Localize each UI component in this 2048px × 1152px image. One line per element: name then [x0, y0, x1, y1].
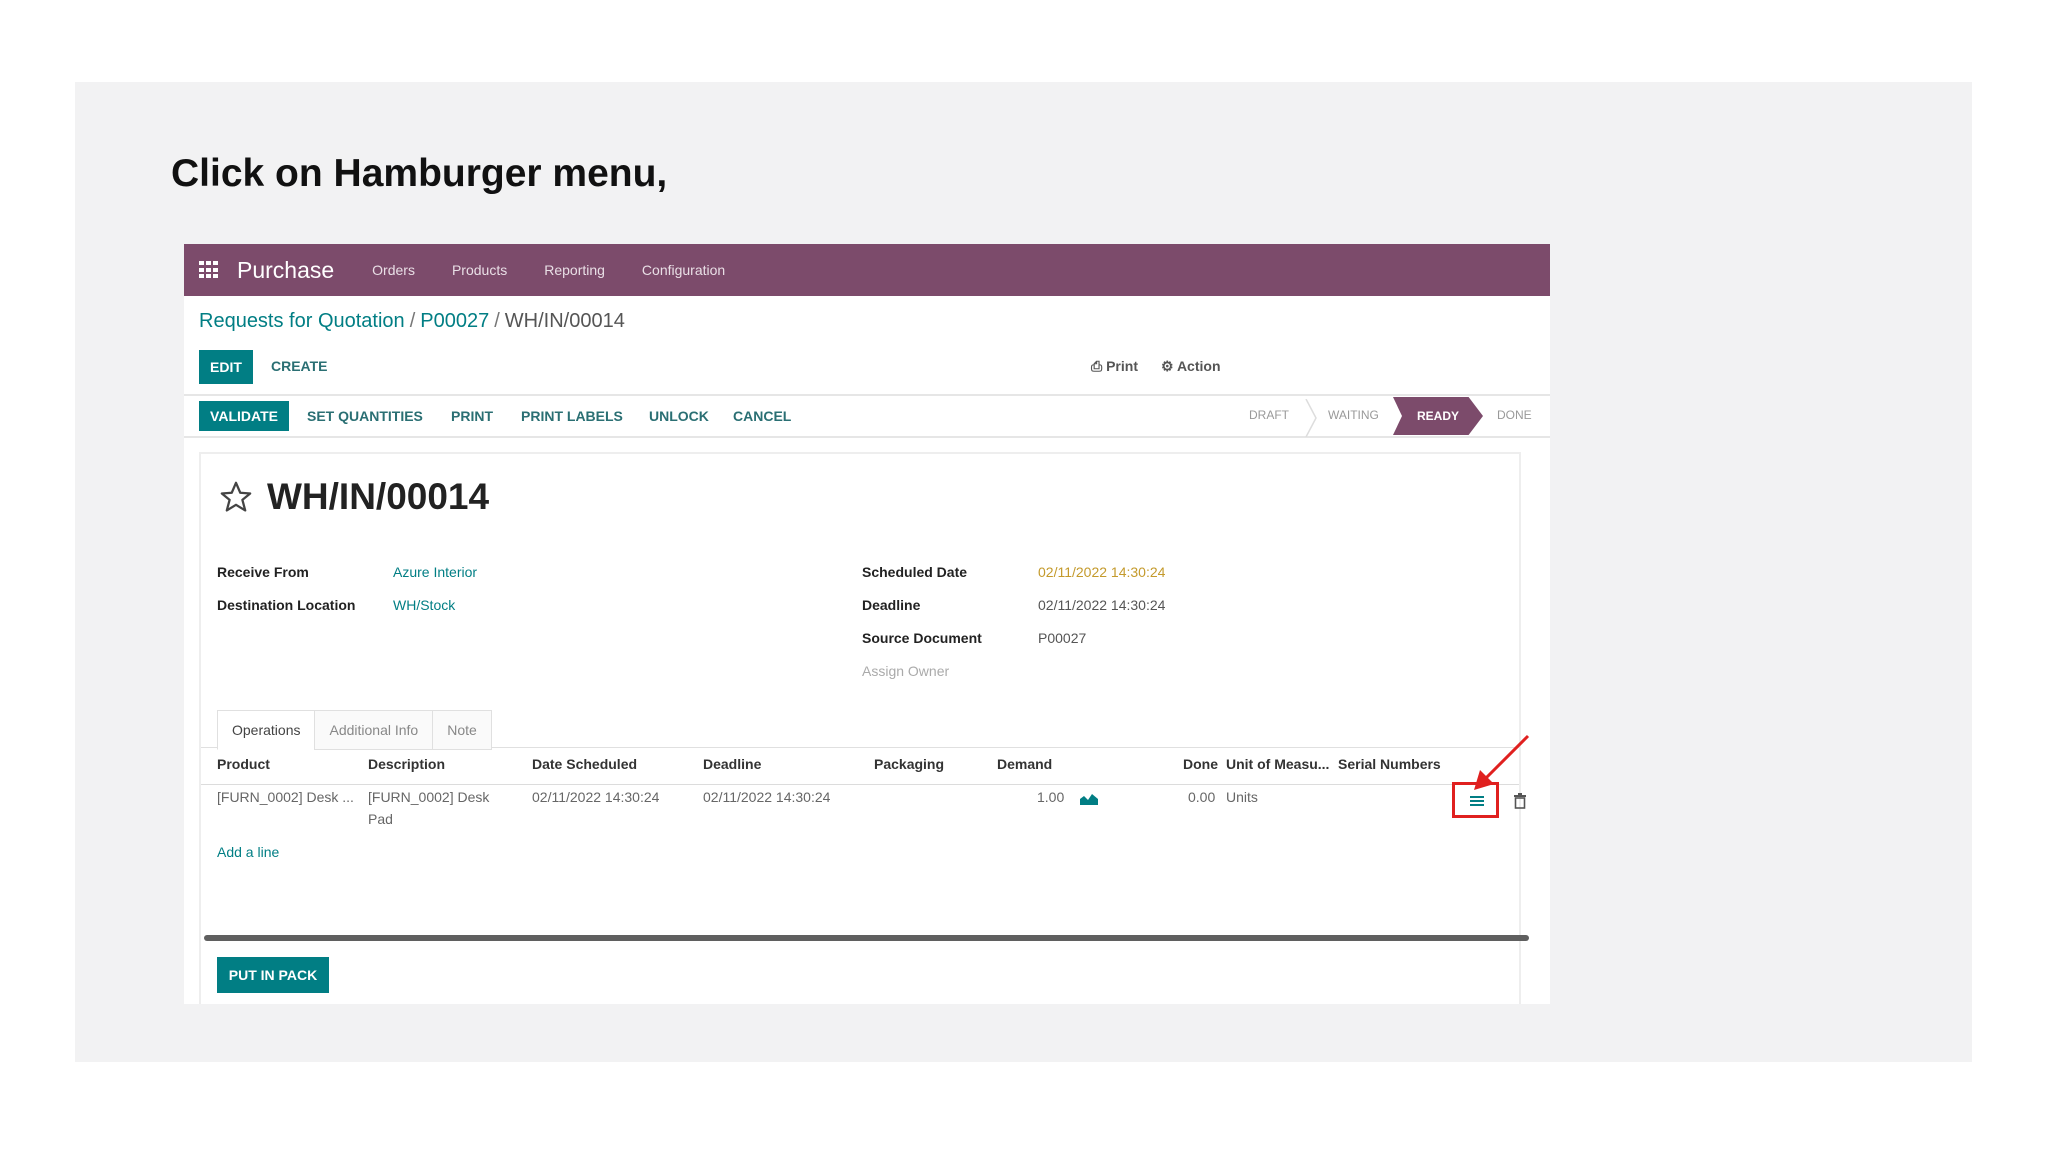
create-button[interactable]: CREATE: [271, 358, 328, 374]
destination-location-value[interactable]: WH/Stock: [393, 597, 455, 613]
forecast-chart-icon[interactable]: [1080, 793, 1098, 805]
tab-operations[interactable]: Operations: [217, 710, 316, 750]
cell-product: [FURN_0002] Desk ...: [217, 789, 354, 805]
receive-from-value[interactable]: Azure Interior: [393, 564, 477, 580]
gear-icon: ⚙: [1161, 358, 1174, 374]
status-waiting[interactable]: WAITING: [1328, 408, 1379, 422]
menu-products[interactable]: Products: [452, 262, 507, 278]
col-serial-numbers[interactable]: Serial Numbers: [1338, 756, 1441, 772]
breadcrumb-separator: /: [409, 310, 416, 332]
print-label: Print: [1106, 358, 1138, 374]
col-description[interactable]: Description: [368, 756, 445, 772]
tab-additional-info[interactable]: Additional Info: [314, 710, 434, 750]
col-date-scheduled[interactable]: Date Scheduled: [532, 756, 637, 772]
action-label: Action: [1176, 358, 1221, 374]
col-demand[interactable]: Demand: [997, 756, 1052, 772]
action-menu[interactable]: ⚙ Action: [1161, 358, 1221, 375]
cell-demand: 1.00: [1037, 789, 1065, 805]
breadcrumb-po[interactable]: P00027: [420, 310, 489, 332]
col-product[interactable]: Product: [217, 756, 270, 772]
breadcrumb-rfq[interactable]: Requests for Quotation: [199, 310, 405, 332]
star-icon[interactable]: [219, 480, 253, 514]
destination-location-label: Destination Location: [217, 597, 356, 613]
cell-date-scheduled: 02/11/2022 14:30:24: [532, 789, 660, 805]
app-name[interactable]: Purchase: [237, 257, 334, 284]
menu-configuration[interactable]: Configuration: [642, 262, 725, 278]
set-quantities-button[interactable]: SET QUANTITIES: [307, 408, 423, 424]
source-document-value: P00027: [1038, 630, 1087, 646]
col-done[interactable]: Done: [1183, 756, 1218, 772]
status-chevron-icon: [1305, 399, 1317, 437]
cell-done: 0.00: [1188, 789, 1216, 805]
put-in-pack-button[interactable]: PUT IN PACK: [217, 957, 329, 993]
tab-note[interactable]: Note: [432, 710, 492, 750]
odoo-screenshot: Purchase Orders Products Reporting Confi…: [184, 244, 1550, 1004]
print-button[interactable]: PRINT: [451, 408, 493, 424]
notebook-tabs: Operations Additional Info Note: [217, 710, 492, 750]
scheduled-date-label: Scheduled Date: [862, 564, 968, 580]
assign-owner-label[interactable]: Assign Owner: [862, 663, 949, 679]
document-title: WH/IN/00014: [267, 476, 490, 517]
print-labels-button[interactable]: PRINT LABELS: [521, 408, 623, 424]
status-ready[interactable]: READY: [1393, 397, 1483, 435]
table-header-divider: [201, 784, 1519, 785]
scheduled-date-value: 02/11/2022 14:30:24: [1038, 564, 1166, 580]
col-deadline[interactable]: Deadline: [703, 756, 761, 772]
top-navbar: Purchase Orders Products Reporting Confi…: [184, 244, 1550, 296]
cell-uom: Units: [1226, 789, 1258, 805]
edit-button[interactable]: EDIT: [199, 350, 253, 384]
menu-orders[interactable]: Orders: [372, 262, 415, 278]
breadcrumb-current: WH/IN/00014: [504, 310, 625, 332]
cell-deadline: 02/11/2022 14:30:24: [703, 789, 831, 805]
cancel-button[interactable]: CANCEL: [733, 408, 791, 424]
divider: [184, 394, 1550, 396]
col-unit-of-measure[interactable]: Unit of Measu...: [1226, 756, 1329, 772]
print-menu[interactable]: ⎙ Print: [1091, 358, 1138, 375]
unlock-button[interactable]: UNLOCK: [649, 408, 709, 424]
horizontal-scrollbar[interactable]: [204, 935, 1529, 941]
source-document-label: Source Document: [862, 630, 982, 646]
menu-reporting[interactable]: Reporting: [544, 262, 605, 278]
divider: [184, 436, 1550, 438]
col-packaging[interactable]: Packaging: [874, 756, 944, 772]
breadcrumb-separator: /: [494, 310, 500, 332]
trash-icon[interactable]: [1513, 793, 1527, 809]
cell-description: [FURN_0002] Desk: [368, 789, 490, 805]
validate-button[interactable]: VALIDATE: [199, 401, 289, 431]
printer-icon: ⎙: [1091, 358, 1103, 374]
status-draft[interactable]: DRAFT: [1249, 408, 1289, 422]
form-sheet: WH/IN/00014 Receive From Azure Interior …: [199, 452, 1521, 1004]
add-line-link[interactable]: Add a line: [217, 844, 279, 860]
red-arrow-icon: [1474, 734, 1530, 790]
apps-grid-icon[interactable]: [199, 261, 219, 279]
deadline-value: 02/11/2022 14:30:24: [1038, 597, 1166, 613]
deadline-label: Deadline: [862, 597, 921, 613]
title-row: WH/IN/00014: [219, 476, 489, 518]
receive-from-label: Receive From: [217, 564, 309, 580]
instruction-text: Click on Hamburger menu,: [171, 152, 668, 195]
status-done[interactable]: DONE: [1497, 408, 1532, 422]
breadcrumb: Requests for Quotation / P00027/WH/IN/0001…: [199, 310, 625, 333]
cell-description-cont: Pad: [368, 811, 393, 827]
